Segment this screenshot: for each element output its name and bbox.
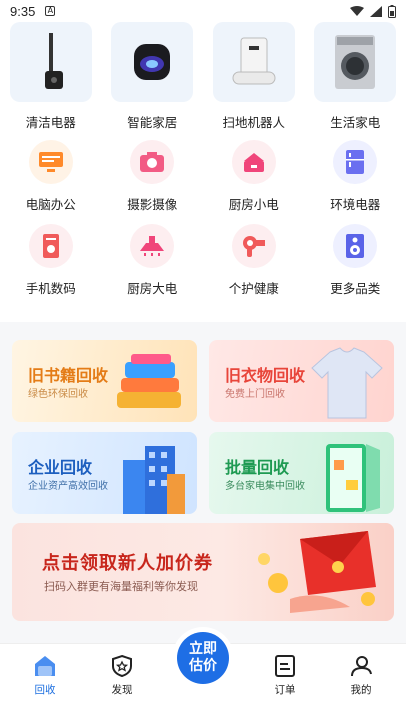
tab-discover[interactable]: 发现 (92, 654, 152, 697)
tab-label: 发现 (111, 684, 133, 696)
promo-title: 批量回收 (225, 458, 290, 477)
tab-label: 我的 (350, 684, 372, 696)
books-icon (117, 354, 181, 408)
building-icon (123, 446, 185, 514)
rice-cooker-icon (231, 140, 276, 184)
washing-machine-icon (314, 22, 397, 102)
promo-title: 企业回收 (28, 458, 93, 477)
status-time: 9:35 (10, 3, 36, 19)
camera-icon (130, 140, 175, 184)
promo-books[interactable]: 旧书籍回收 绿色环保回收 (12, 340, 197, 422)
category-label: 更多品类 (330, 281, 381, 296)
range-hood-icon (130, 224, 175, 268)
tab-label: 回收 (34, 684, 56, 696)
tab-mine[interactable]: 我的 (331, 654, 391, 697)
promo-subtitle: 免费上门回收 (225, 389, 285, 400)
category-label: 环境电器 (330, 197, 381, 212)
category-smart-home[interactable]: 智能家居 (102, 22, 204, 131)
category-personal-care[interactable]: 个护健康 (203, 224, 305, 297)
promo-clothes[interactable]: 旧衣物回收 免费上门回收 (209, 340, 394, 422)
tab-orders[interactable]: 订单 (255, 654, 315, 697)
red-envelope-icon (258, 531, 376, 613)
signal-icon (370, 5, 382, 17)
discover-shield-icon (112, 654, 132, 678)
orders-icon (275, 655, 295, 677)
category-label: 电脑办公 (25, 197, 76, 212)
robot-vacuum-icon (212, 22, 295, 102)
center-button-line1: 立即 (189, 641, 217, 657)
fridge-icon (333, 140, 378, 184)
banner-subtitle: 扫码入群更有海量福利等你发现 (44, 580, 198, 593)
shirt-icon (311, 347, 383, 419)
instant-valuation-button[interactable]: 立即 估价 (177, 632, 229, 684)
promo-title: 旧衣物回收 (225, 366, 306, 385)
speaker-box-icon (333, 224, 378, 268)
status-bar: 9:35 A (0, 0, 406, 22)
category-kitchen-large[interactable]: 厨房大电 (102, 224, 204, 297)
banner-title: 点击领取新人加价券 (42, 553, 213, 574)
open-fridge-icon (326, 444, 380, 512)
notification-icon: A (45, 6, 56, 16)
category-kitchen-small[interactable]: 厨房小电 (203, 140, 305, 213)
hair-dryer-icon (231, 224, 276, 268)
wifi-icon (350, 5, 364, 16)
category-computer-office[interactable]: 电脑办公 (0, 140, 102, 213)
category-cleaning[interactable]: 清洁电器 (0, 22, 102, 131)
promo-subtitle: 绿色环保回收 (28, 389, 88, 400)
category-label: 厨房大电 (127, 281, 178, 296)
category-row-top: 清洁电器 智能家居 扫地机器人 生活家电 (0, 22, 406, 131)
category-label: 清洁电器 (25, 115, 76, 130)
profile-icon (351, 656, 372, 677)
tab-label: 订单 (274, 684, 296, 696)
category-row-3: 手机数码 厨房大电 个护健康 更多品类 (0, 224, 406, 297)
promo-bulk[interactable]: 批量回收 多台家电集中回收 (209, 432, 394, 514)
category-label: 手机数码 (25, 281, 76, 296)
category-label: 厨房小电 (228, 197, 279, 212)
promo-subtitle: 企业资产高效回收 (28, 481, 108, 492)
category-row-2: 电脑办公 摄影摄像 厨房小电 环境电器 (0, 140, 406, 213)
phone-icon (28, 224, 73, 268)
category-grid: 清洁电器 智能家居 扫地机器人 生活家电 电脑办公 摄影摄像 厨房小电 环境电器… (0, 22, 406, 322)
vacuum-icon (9, 22, 92, 102)
promo-title: 旧书籍回收 (28, 366, 109, 385)
category-home-appliances[interactable]: 生活家电 (305, 22, 406, 131)
promo-subtitle: 多台家电集中回收 (225, 481, 305, 492)
recycle-home-icon (35, 656, 55, 676)
computer-icon (28, 140, 73, 184)
category-label: 扫地机器人 (222, 115, 285, 130)
category-label: 智能家居 (127, 115, 178, 130)
category-label: 生活家电 (330, 115, 381, 130)
category-environment[interactable]: 环境电器 (305, 140, 406, 213)
category-photography[interactable]: 摄影摄像 (102, 140, 204, 213)
smart-speaker-icon (111, 22, 194, 102)
category-phone-digital[interactable]: 手机数码 (0, 224, 102, 297)
battery-icon (388, 4, 396, 18)
category-more[interactable]: 更多品类 (305, 224, 406, 297)
category-robot-vacuum[interactable]: 扫地机器人 (203, 22, 305, 131)
status-icons (350, 4, 396, 18)
center-button-line2: 估价 (189, 658, 217, 674)
category-label: 个护健康 (228, 281, 279, 296)
category-label: 摄影摄像 (127, 197, 178, 212)
promo-enterprise[interactable]: 企业回收 企业资产高效回收 (12, 432, 197, 514)
new-user-coupon-banner[interactable]: 点击领取新人加价券 扫码入群更有海量福利等你发现 (12, 523, 394, 621)
tab-recycle[interactable]: 回收 (15, 654, 75, 697)
